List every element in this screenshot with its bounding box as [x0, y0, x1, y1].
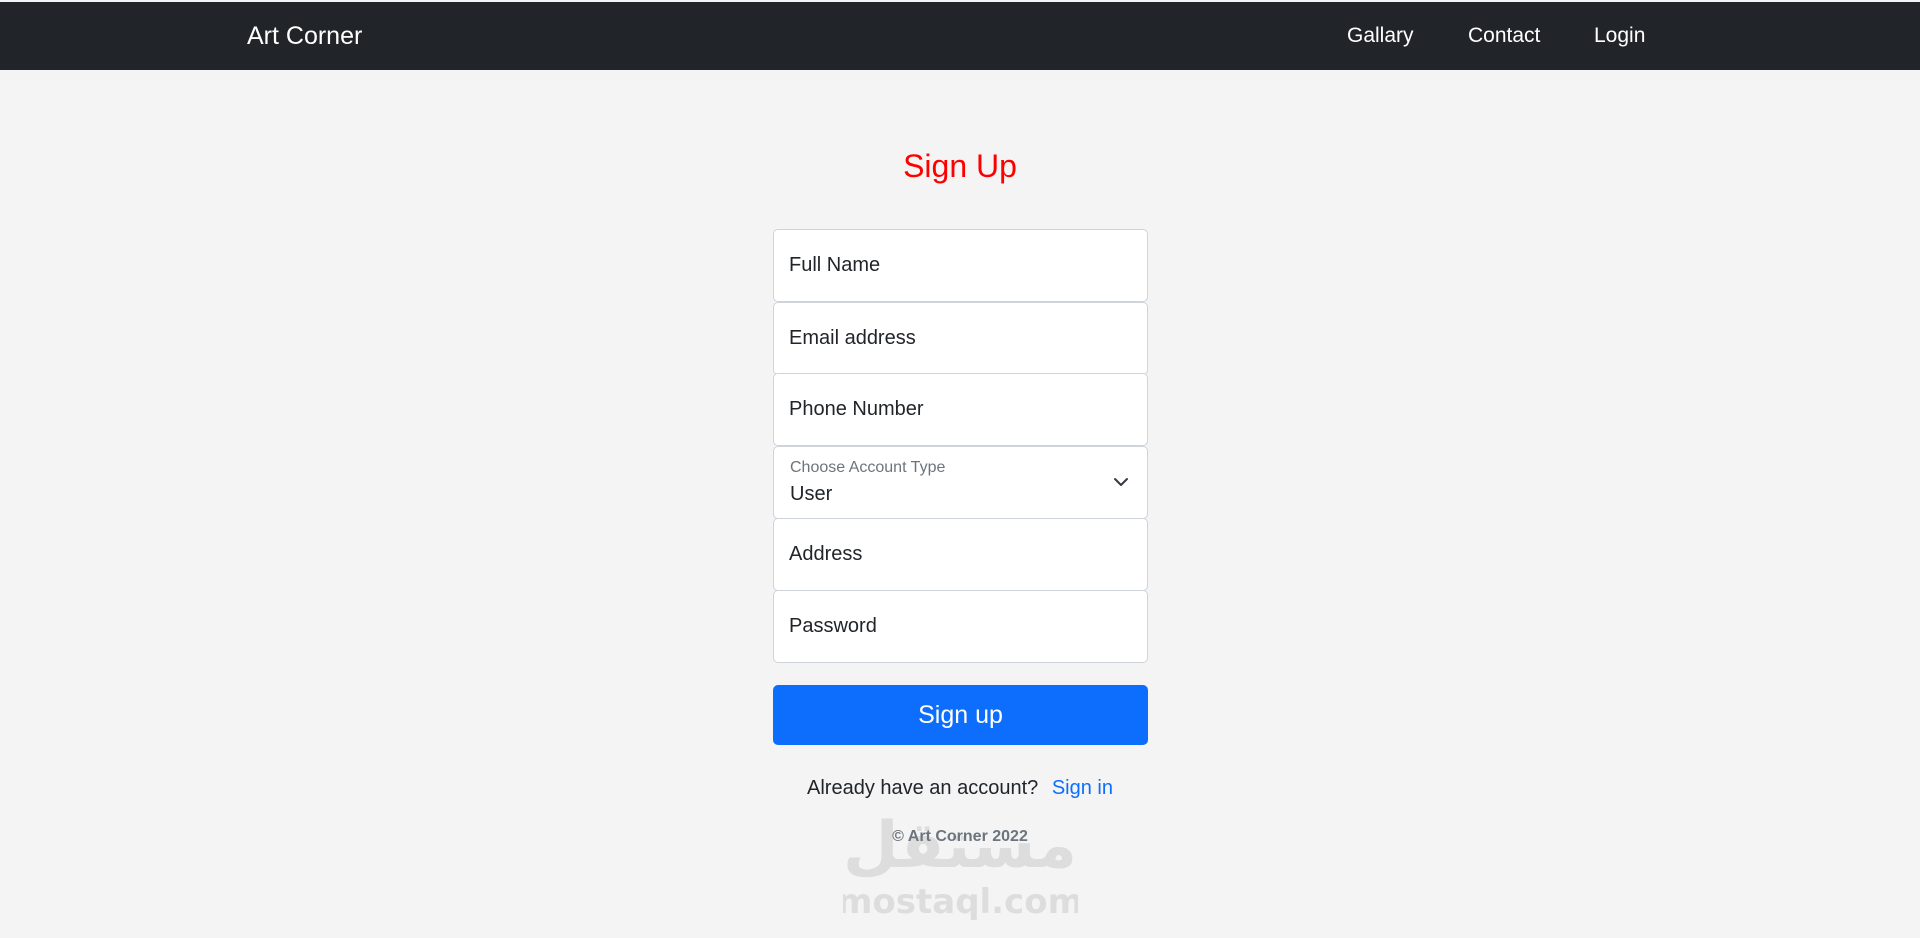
nav-link-login[interactable]: Login: [1594, 2, 1645, 70]
nav-link-gallary[interactable]: Gallary: [1347, 2, 1414, 70]
phone-input[interactable]: [774, 374, 1147, 445]
signin-prompt: Already have an account? Sign in: [0, 777, 1920, 800]
account-type-select[interactable]: Choose Account Type User: [773, 446, 1148, 519]
page-title: Sign Up: [903, 148, 1017, 184]
signup-button[interactable]: Sign up: [773, 685, 1148, 745]
phone-field: [773, 373, 1148, 446]
address-field: [773, 518, 1148, 591]
account-type-value: User: [790, 483, 833, 505]
address-input[interactable]: [774, 519, 1147, 590]
email-field: [773, 302, 1148, 375]
password-input[interactable]: [774, 591, 1147, 662]
footer-copyright: © Art Corner 2022: [892, 828, 1028, 845]
brand-logo-link[interactable]: Art Corner: [247, 2, 362, 70]
nav-link-contact[interactable]: Contact: [1468, 2, 1540, 70]
have-account-text: Already have an account?: [807, 777, 1039, 799]
mostaql-watermark-logo: مستقل mostaql.com: [843, 809, 1078, 920]
top-navbar: Art Corner Gallary Contact Login: [0, 2, 1920, 70]
full-name-field: [773, 229, 1148, 302]
full-name-input[interactable]: [774, 230, 1147, 301]
email-input[interactable]: [774, 303, 1147, 374]
chevron-down-icon: [1114, 478, 1128, 486]
watermark-arabic-text: مستقل: [843, 809, 1077, 883]
watermark-domain-text: mostaql.com: [843, 882, 1078, 920]
account-type-label: Choose Account Type: [790, 459, 946, 476]
password-field: [773, 590, 1148, 663]
signin-link[interactable]: Sign in: [1052, 777, 1113, 799]
